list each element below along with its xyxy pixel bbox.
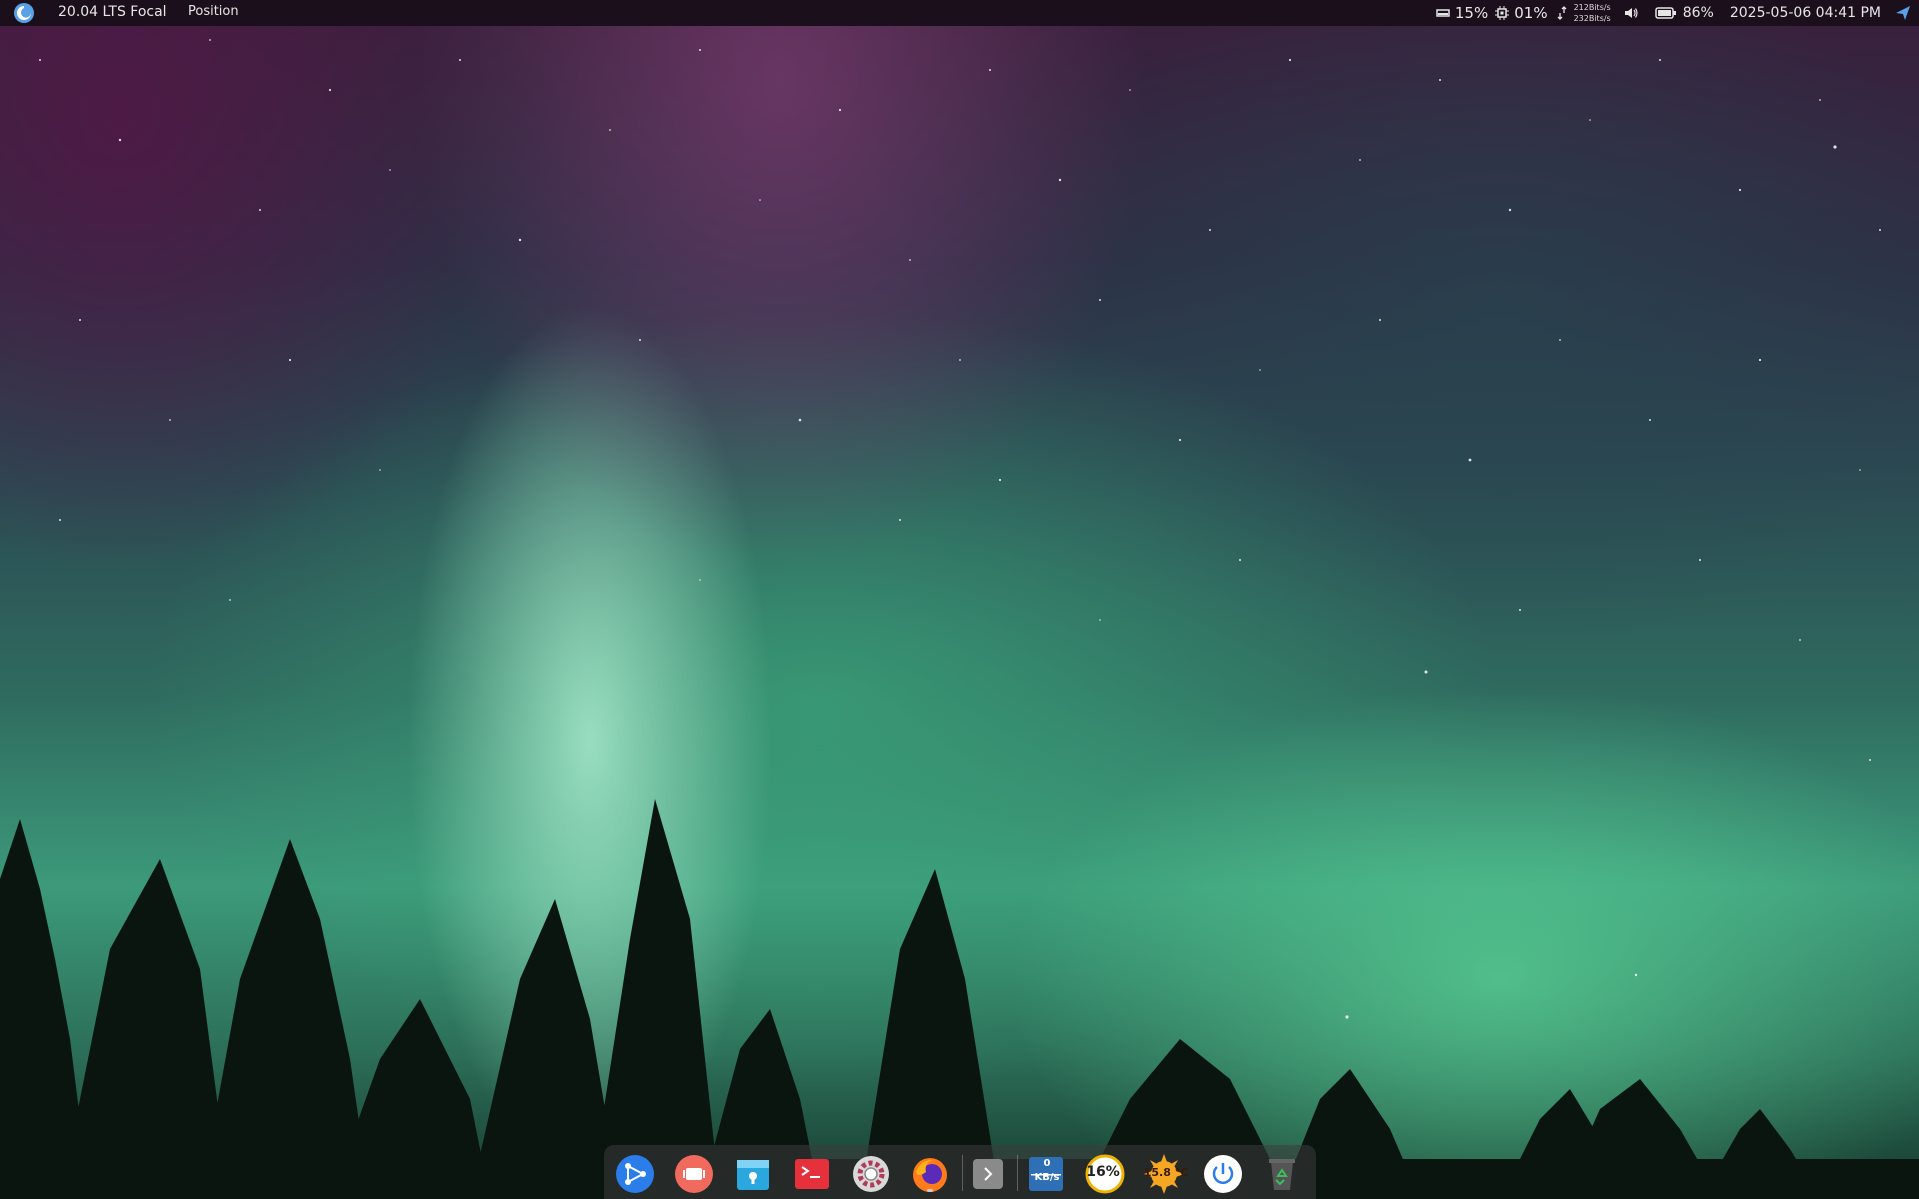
speaker-icon [1624,8,1638,18]
dock-separator [962,1155,963,1191]
dock-terminal[interactable] [792,1154,832,1194]
forest-silhouette [0,799,1919,1199]
net-down-speed: 232Bits/s [1573,14,1611,23]
dock-separator [1017,1155,1018,1191]
desktop-wallpaper: 20.04 LTS Focal Position 15% 01% 212Bits… [0,0,1919,1199]
share-app-icon [616,1155,654,1193]
settings-icon [853,1156,889,1192]
dock [604,1145,1316,1199]
net-monitor-value: 0 [1043,1158,1051,1169]
disk-icon [1436,9,1450,17]
screen-recorder-icon [675,1155,713,1193]
cpu-monitor-readout: 16% [1086,1164,1120,1180]
net-monitor-unit: KB/s [1034,1172,1060,1183]
weather-temperature: 15.8 °C [1143,1166,1189,1179]
firefox-icon [913,1158,947,1192]
system-tray: 15% 01% 212Bits/s 232Bits/s 86% 2025-05-… [1429,0,1919,26]
position-menu[interactable]: Position [188,4,239,19]
file-manager-icon [737,1160,769,1190]
send-icon [1896,6,1910,20]
battery-icon [1654,7,1676,19]
disk-indicator[interactable]: 15% [1435,4,1488,22]
clock[interactable]: 2025-05-06 04:41 PM [1730,5,1881,21]
cpu-usage-text: 01% [1514,4,1548,22]
net-monitor-readout: 0 KB/s [1030,1157,1064,1189]
dock-expand-button[interactable] [968,1154,1008,1194]
dock-firefox[interactable] [910,1154,950,1194]
battery-percent: 86% [1682,5,1714,21]
launcher-logo-icon[interactable] [14,3,34,23]
dock-power[interactable] [1203,1154,1243,1194]
dock-share-app[interactable] [615,1154,655,1194]
disk-usage-text: 15% [1454,4,1489,22]
dock-trash[interactable] [1262,1154,1302,1194]
chevron-right-icon [973,1159,1003,1189]
cpu-chip-icon [1495,6,1510,20]
network-indicator[interactable]: 212Bits/s 232Bits/s [1554,2,1611,24]
dock-screen-recorder[interactable] [674,1154,714,1194]
terminal-icon [795,1159,829,1189]
trash-icon [1269,1159,1295,1190]
firefox-running-indicator [927,1189,933,1192]
battery-indicator[interactable]: 86% [1654,5,1714,21]
power-icon [1204,1155,1242,1193]
top-panel: 20.04 LTS Focal Position 15% 01% 212Bits… [0,0,1919,26]
net-speed: 212Bits/s 232Bits/s [1574,2,1611,24]
dock-settings[interactable] [851,1154,891,1194]
dock-file-manager[interactable] [733,1154,773,1194]
updown-arrows-icon [1557,6,1567,20]
notification-button[interactable] [1895,5,1911,21]
cpu-indicator[interactable]: 01% [1494,4,1548,22]
net-up-speed: 212Bits/s [1573,3,1611,12]
distro-label[interactable]: 20.04 LTS Focal [58,4,167,20]
volume-indicator[interactable] [1623,5,1639,21]
